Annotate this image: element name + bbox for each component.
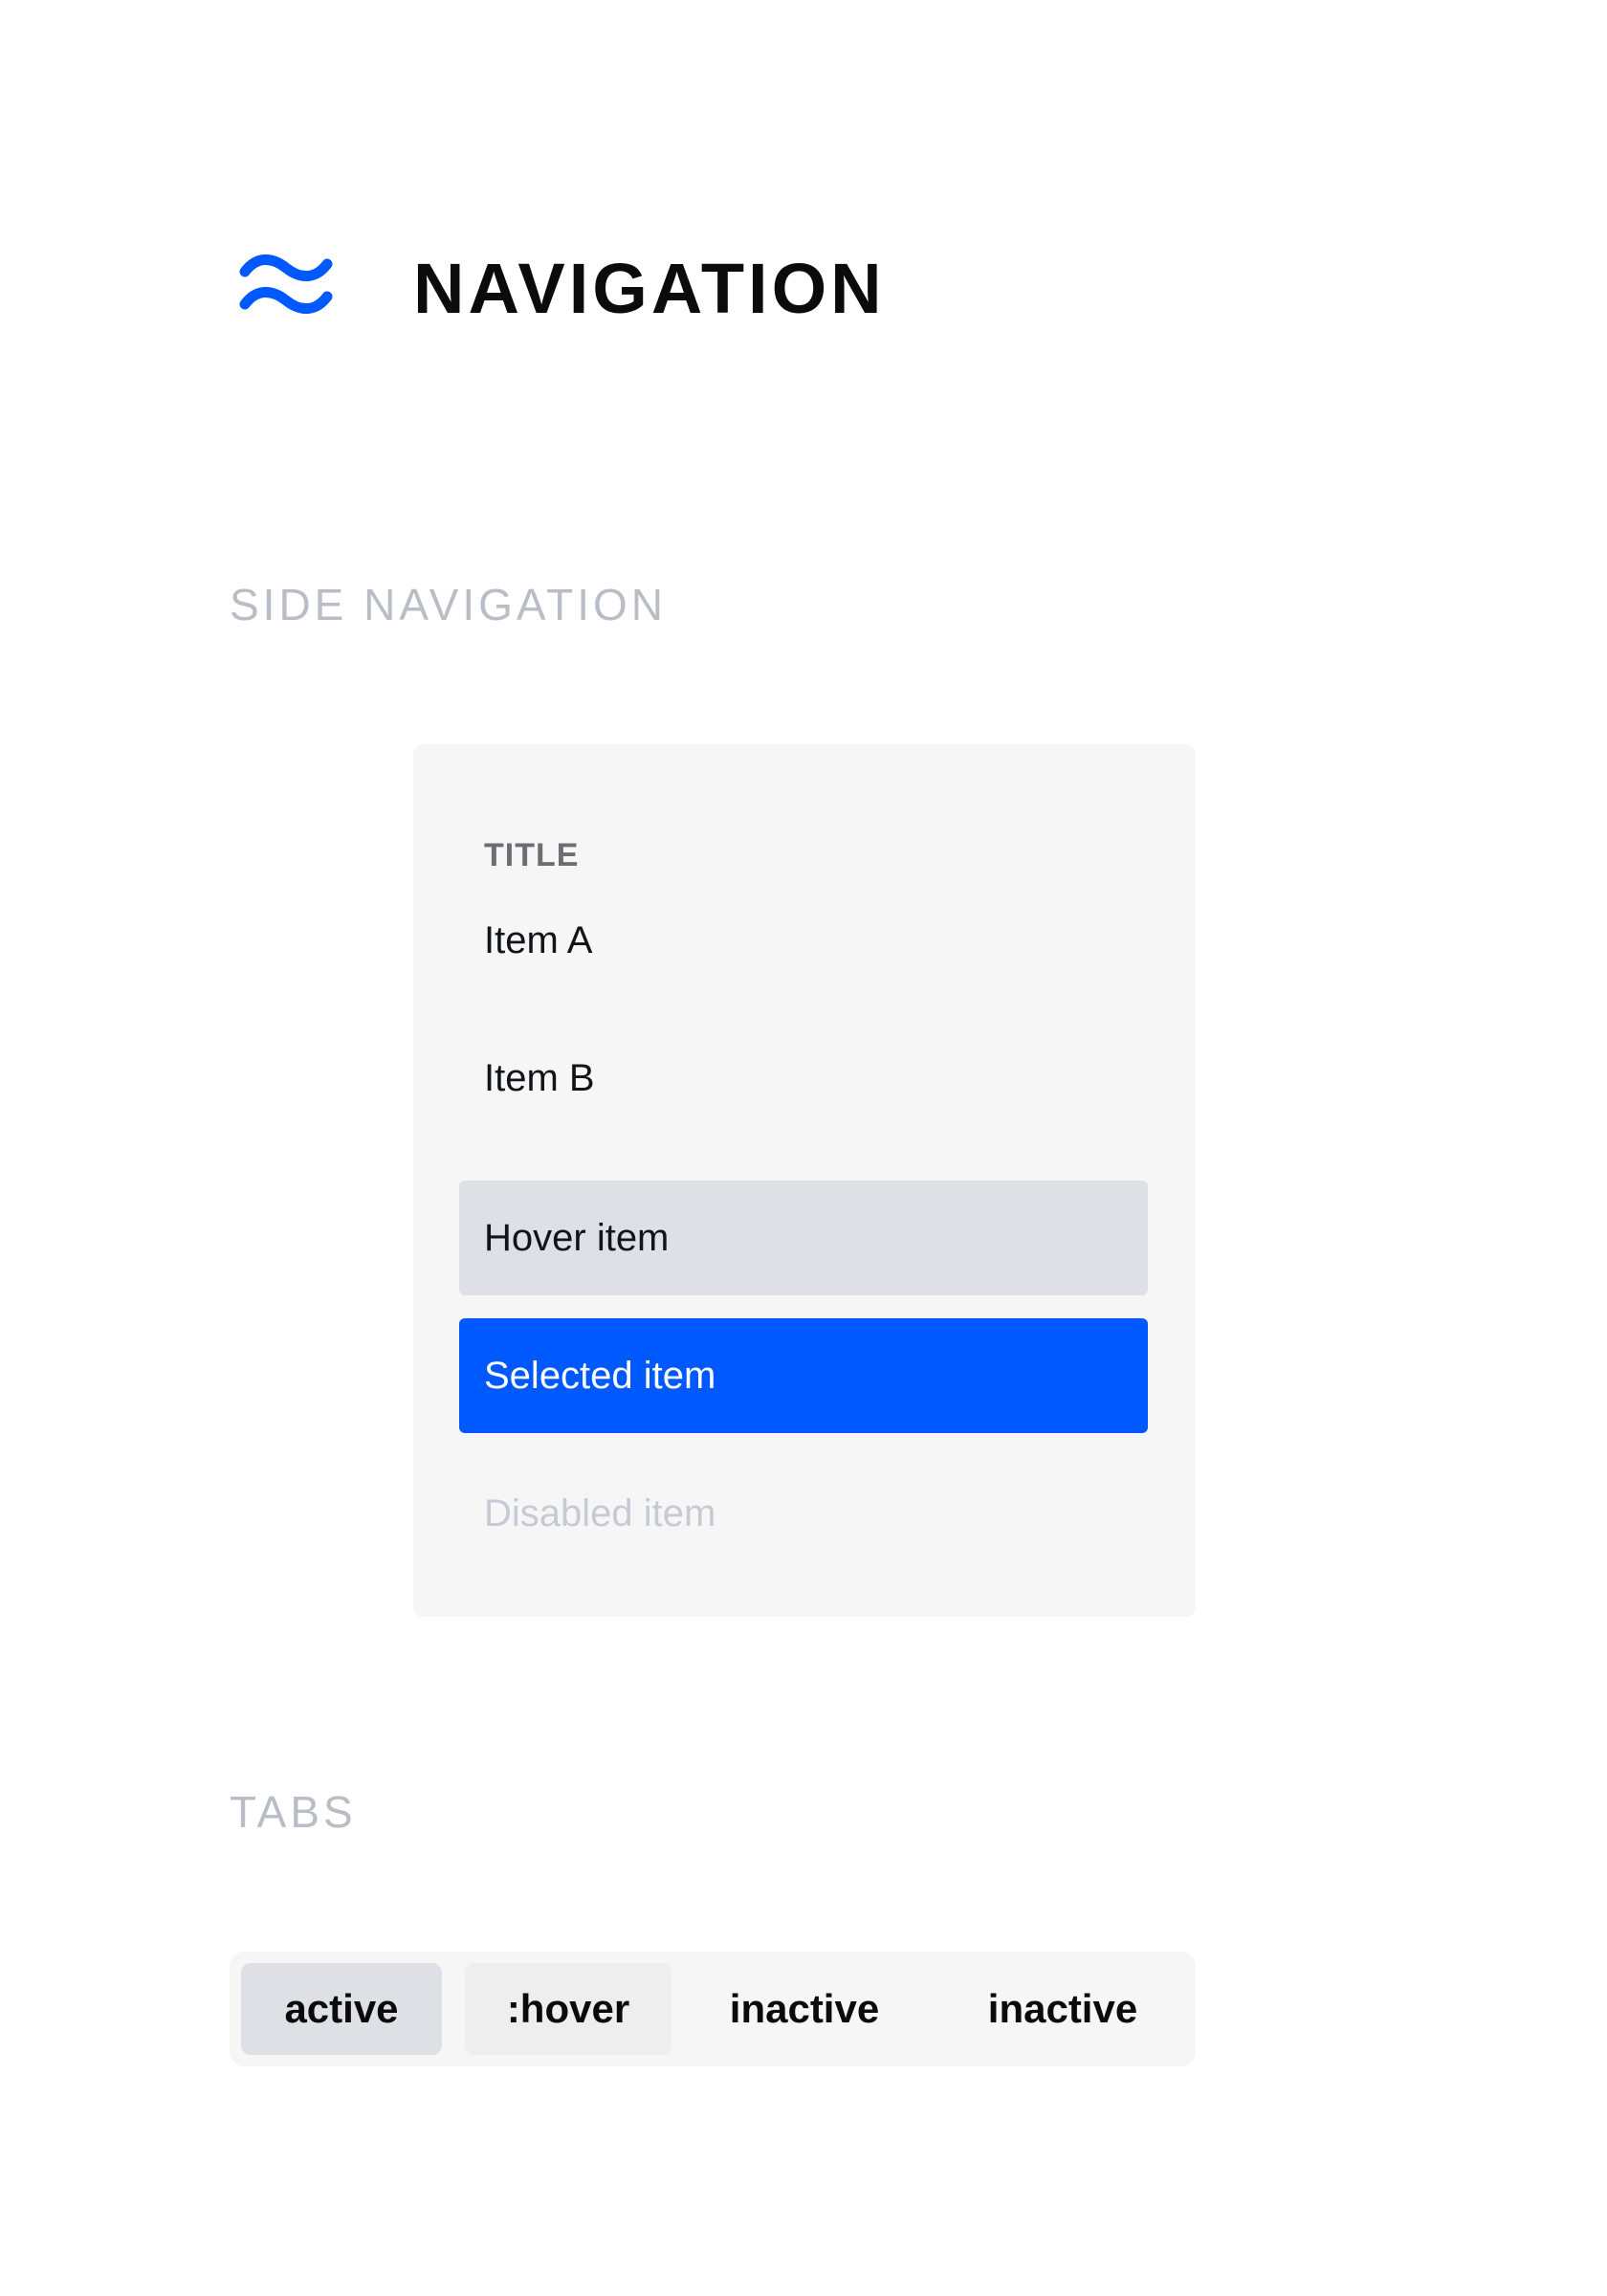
nav-item-label: Disabled item [484, 1491, 716, 1534]
side-navigation-title: TITLE [484, 837, 580, 873]
section-heading-tabs: TABS [230, 1787, 357, 1837]
page-title: NAVIGATION [413, 249, 886, 328]
nav-item-label: Selected item [484, 1354, 716, 1397]
nav-item-disabled: Disabled item [459, 1456, 1148, 1571]
nav-item-label: Item B [484, 1056, 595, 1099]
side-navigation-panel: TITLE Item A Item B Hover item Selected … [413, 744, 1196, 1617]
tab-hover[interactable]: :hover [465, 1963, 671, 2055]
nav-item-label: Hover item [484, 1216, 670, 1259]
nav-item-label: Item A [484, 918, 593, 961]
nav-item-selected[interactable]: Selected item [459, 1318, 1148, 1433]
tab-bar: active :hover inactive inactive [230, 1952, 1196, 2066]
tab-active[interactable]: active [241, 1963, 442, 2055]
tab-inactive-2[interactable]: inactive [937, 1963, 1188, 2055]
nav-item-hover[interactable]: Hover item [459, 1181, 1148, 1295]
tab-inactive-1[interactable]: inactive [685, 1963, 924, 2055]
wave-icon [239, 254, 333, 314]
section-heading-side-navigation: SIDE NAVIGATION [230, 580, 668, 629]
nav-item-b[interactable]: Item B [459, 1021, 1148, 1136]
nav-item-a[interactable]: Item A [459, 883, 1148, 998]
